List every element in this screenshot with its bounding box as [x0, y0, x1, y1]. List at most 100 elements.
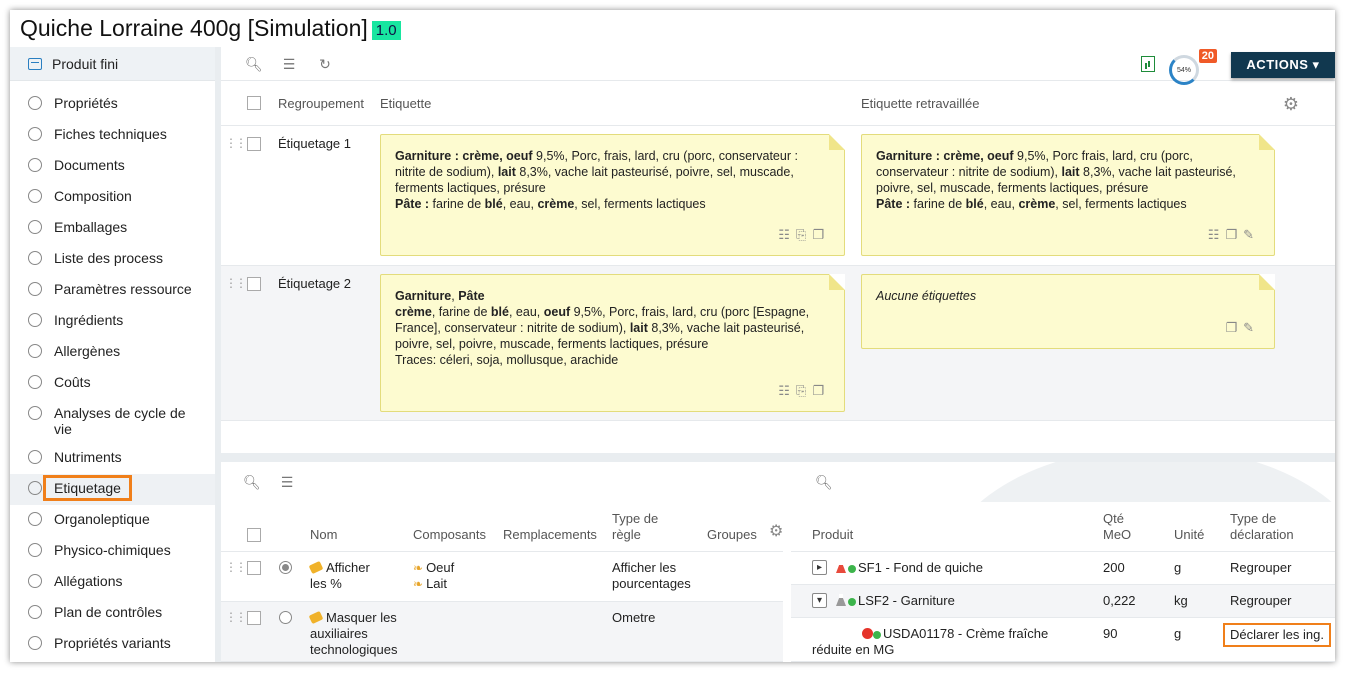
copy-icon[interactable]: ❐ [1225, 320, 1243, 335]
col-groupes[interactable]: Groupes [707, 527, 757, 543]
drag-handle-icon[interactable]: ⋮⋮ [225, 276, 247, 290]
product-decl: Regrouper [1230, 593, 1292, 608]
label-note[interactable]: Garniture : crème, oeuf 9,5%, Porc, frai… [380, 134, 845, 256]
sidebar-item-label: Allégations [54, 573, 123, 589]
sidebar-item-parametres-ressource[interactable]: Paramètres ressource [10, 275, 215, 306]
sidebar-item-proprietes-variants[interactable]: Propriétés variants [10, 629, 215, 660]
sidebar-item-emballages[interactable]: Emballages [10, 213, 215, 244]
horizontal-splitter[interactable] [221, 453, 1335, 462]
sidebar-item-allergenes[interactable]: Allergènes [10, 337, 215, 368]
table-row[interactable]: ▸ SF1 - Fond de quiche 200 g Regrouper [791, 552, 1335, 585]
sidebar-item-proprietes[interactable]: Propriétés [10, 89, 215, 120]
preview-icon[interactable]: ☷ [1208, 227, 1226, 242]
col-nom[interactable]: Nom [310, 527, 337, 543]
component-oeuf: Oeuf [426, 560, 455, 575]
copy-icon[interactable]: ❐ [812, 227, 830, 242]
table-row[interactable]: USDA01178 - Crème fraîche réduite en MG … [791, 618, 1335, 662]
label-text: farine de [913, 197, 966, 211]
table-row[interactable]: ⋮⋮ Étiquetage 2 Garniture, Pâte crème, f… [221, 266, 1335, 421]
col-produit[interactable]: Produit [812, 527, 853, 543]
actions-button[interactable]: ACTIONS ▾ [1231, 52, 1335, 78]
sidebar-item-fiches-techniques[interactable]: Fiches techniques [10, 120, 215, 151]
col-etiquette-retravaillee[interactable]: Etiquette retravaillée [861, 96, 980, 111]
sidebar-item-label: Analyses de cycle de vie [54, 405, 186, 437]
add-list-icon[interactable]: ☰ [279, 474, 295, 490]
refresh-icon[interactable]: ↻ [317, 56, 333, 72]
drag-handle-icon[interactable]: ⋮⋮ [225, 560, 247, 574]
sidebar-item-ingredients[interactable]: Ingrédients [10, 306, 215, 337]
col-qte-meo[interactable]: Qté MeO [1103, 511, 1139, 543]
product-name: LSF2 - Garniture [836, 593, 955, 609]
sidebar: Produit fini Propriétés Fiches technique… [10, 47, 215, 662]
sidebar-item-analyses-cycle-vie[interactable]: Analyses de cycle de vie [10, 399, 215, 443]
col-etiquette[interactable]: Etiquette [380, 96, 431, 111]
col-unite[interactable]: Unité [1174, 527, 1204, 543]
radio-icon [28, 450, 42, 464]
clipboard-icon[interactable]: ⎘ [796, 227, 812, 242]
edit-pencil-icon[interactable]: ✎ [1243, 227, 1260, 242]
drag-handle-icon[interactable]: ⋮⋮ [225, 136, 247, 150]
default-radio[interactable] [279, 561, 292, 574]
search-icon[interactable]: 🔍︎ [815, 474, 833, 490]
row-checkbox[interactable] [247, 137, 261, 151]
search-icon[interactable]: 🔍︎ [245, 56, 263, 72]
col-type-declaration[interactable]: Type de déclaration [1230, 511, 1310, 543]
sidebar-item-plan-controles[interactable]: Plan de contrôles [10, 598, 215, 629]
preview-icon[interactable]: ☷ [778, 383, 796, 398]
sidebar-item-allegations[interactable]: Allégations [10, 567, 215, 598]
radio-icon [28, 189, 42, 203]
label-text: , sel, ferments lactiques [1055, 197, 1187, 211]
default-radio[interactable] [279, 611, 292, 624]
gear-icon[interactable]: ⚙ [769, 524, 783, 540]
row-checkbox[interactable] [247, 611, 261, 625]
preview-icon[interactable]: ☷ [778, 227, 796, 242]
row-checkbox[interactable] [247, 277, 261, 291]
sidebar-item-label: Coûts [54, 374, 91, 390]
sidebar-item-composition[interactable]: Composition [10, 182, 215, 213]
expand-icon[interactable]: ▸ [812, 560, 827, 575]
copy-icon[interactable]: ❐ [812, 383, 830, 398]
sidebar-item-liste-process[interactable]: Liste des process [10, 244, 215, 275]
rule-type: Ometre [612, 610, 656, 625]
select-all-checkbox[interactable] [247, 528, 261, 542]
collapse-icon[interactable]: ▾ [812, 593, 827, 608]
reworked-note[interactable]: Aucune étiquettes ❐✎ [861, 274, 1275, 349]
select-all-checkbox[interactable] [247, 96, 261, 110]
sidebar-item-physico-chimiques[interactable]: Physico-chimiques [10, 536, 215, 567]
sidebar-header[interactable]: Produit fini [10, 47, 215, 81]
vertical-splitter[interactable] [783, 462, 791, 662]
sidebar-item-nutriments[interactable]: Nutriments [10, 443, 215, 474]
table-row[interactable]: ⋮⋮ Afficher les % ❧ Oeuf ❧ Lait Afficher l… [221, 552, 783, 602]
row-group-name: Étiquetage 1 [278, 136, 352, 151]
row-checkbox[interactable] [247, 561, 261, 575]
excel-export-icon[interactable] [1141, 56, 1155, 72]
copy-icon[interactable]: ❐ [1225, 227, 1243, 242]
rule-type: Afficher les pourcentages [612, 560, 691, 591]
sidebar-item-documents[interactable]: Documents [10, 151, 215, 182]
sidebar-item-organoleptique[interactable]: Organoleptique [10, 505, 215, 536]
drag-handle-icon[interactable]: ⋮⋮ [225, 610, 247, 624]
table-row[interactable]: ▾ LSF2 - Garniture 0,222 kg Regrouper [791, 585, 1335, 618]
clipboard-icon[interactable]: ⎘ [796, 383, 812, 398]
products-panel: 🔍︎ Produit Qté MeO Unité Type de déclara… [791, 462, 1335, 662]
sidebar-item-couts[interactable]: Coûts [10, 368, 215, 399]
product-decl[interactable]: Déclarer les ing. [1223, 623, 1331, 647]
allergen-ble: blé [484, 197, 503, 211]
edit-pencil-icon[interactable]: ✎ [1243, 320, 1260, 335]
table-row[interactable]: ⋮⋮ Étiquetage 1 Garniture : crème, oeuf … [221, 126, 1335, 266]
table-row[interactable]: ⋮⋮ Masquer les auxiliaires technologique… [221, 602, 783, 662]
radio-icon [28, 512, 42, 526]
allergen-creme: crème [395, 305, 432, 319]
label-note[interactable]: Garniture, Pâte crème, farine de blé, ea… [380, 274, 845, 412]
sidebar-item-etiquetage[interactable]: Etiquetage [10, 474, 215, 505]
add-list-icon[interactable]: ☰ [281, 56, 297, 72]
col-composants[interactable]: Composants [413, 527, 486, 543]
reworked-note[interactable]: Garniture : crème, oeuf 9,5%, Porc frais… [861, 134, 1275, 256]
note-tools: ☷⎘❐ [778, 383, 830, 399]
radio-icon [28, 96, 42, 110]
search-icon[interactable]: 🔍︎ [243, 474, 261, 490]
col-type-regle[interactable]: Type de règle [612, 511, 672, 543]
gear-icon[interactable]: ⚙ [1283, 94, 1299, 115]
col-remplacements[interactable]: Remplacements [503, 527, 597, 543]
col-regroupement[interactable]: Regroupement [278, 96, 364, 111]
